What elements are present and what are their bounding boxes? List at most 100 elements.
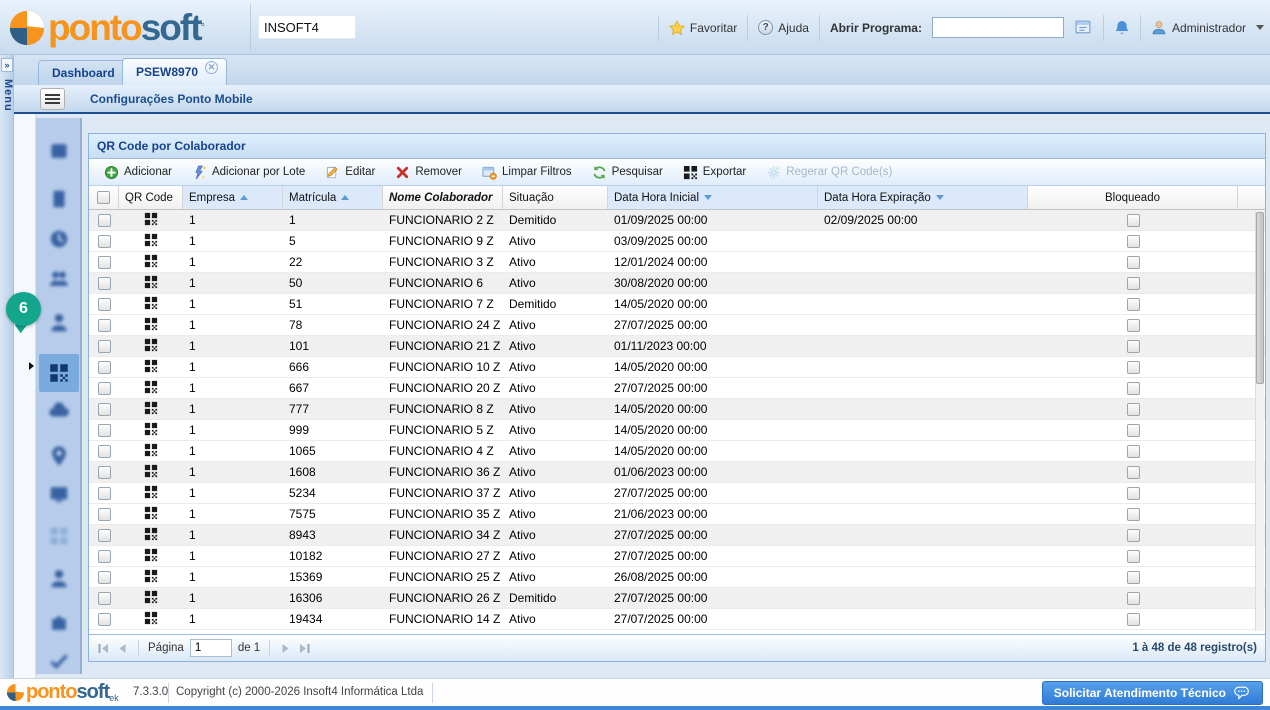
building-icon[interactable] bbox=[48, 140, 70, 162]
column-header-bloqueado[interactable]: Bloqueado bbox=[1028, 186, 1238, 209]
bloqueado-checkbox[interactable] bbox=[1127, 403, 1140, 416]
editar-button[interactable]: Editar bbox=[316, 161, 384, 183]
bloqueado-checkbox[interactable] bbox=[1127, 382, 1140, 395]
expand-menu-button[interactable]: » bbox=[1, 58, 13, 72]
bloqueado-checkbox[interactable] bbox=[1127, 508, 1140, 521]
vertical-scrollbar[interactable] bbox=[1255, 211, 1264, 631]
row-checkbox[interactable] bbox=[98, 529, 111, 542]
table-row[interactable]: 11FUNCIONARIO 2 ZDemitido01/09/2025 00:0… bbox=[89, 210, 1265, 231]
bloqueado-checkbox[interactable] bbox=[1127, 571, 1140, 584]
open-program-input[interactable] bbox=[932, 17, 1064, 38]
monitor-icon[interactable] bbox=[48, 483, 70, 505]
row-checkbox[interactable] bbox=[98, 466, 111, 479]
row-checkbox[interactable] bbox=[98, 298, 111, 311]
open-program-lookup-button[interactable] bbox=[1074, 19, 1093, 36]
group-icon[interactable] bbox=[48, 268, 70, 290]
table-row[interactable]: 119434FUNCIONARIO 14 ZAtivo27/07/2025 00… bbox=[89, 609, 1265, 630]
row-checkbox[interactable] bbox=[98, 319, 111, 332]
row-checkbox[interactable] bbox=[98, 613, 111, 626]
bloqueado-checkbox[interactable] bbox=[1127, 298, 1140, 311]
request-support-button[interactable]: Solicitar Atendimento Técnico bbox=[1042, 681, 1263, 705]
table-row[interactable]: 150FUNCIONARIO 6Ativo30/08/2020 00:00 bbox=[89, 273, 1265, 294]
row-checkbox[interactable] bbox=[98, 424, 111, 437]
row-checkbox[interactable] bbox=[98, 361, 111, 374]
document-icon[interactable] bbox=[48, 188, 70, 210]
adicionar-por-lote-button[interactable]: Adicionar por Lote bbox=[183, 161, 314, 183]
row-checkbox[interactable] bbox=[98, 277, 111, 290]
scrollbar-thumb[interactable] bbox=[1256, 212, 1264, 384]
table-row[interactable]: 115369FUNCIONARIO 25 ZAtivo26/08/2025 00… bbox=[89, 567, 1265, 588]
column-header-inicial[interactable]: Data Hora Inicial bbox=[608, 186, 818, 209]
table-row[interactable]: 178FUNCIONARIO 24 ZAtivo27/07/2025 00:00 bbox=[89, 315, 1265, 336]
table-row[interactable]: 151FUNCIONARIO 7 ZDemitido14/05/2020 00:… bbox=[89, 294, 1265, 315]
table-row[interactable]: 1666FUNCIONARIO 10 ZAtivo14/05/2020 00:0… bbox=[89, 357, 1265, 378]
notifications-button[interactable] bbox=[1114, 20, 1130, 36]
bloqueado-checkbox[interactable] bbox=[1127, 277, 1140, 290]
grid-icon[interactable] bbox=[48, 525, 70, 547]
chevron-down-icon[interactable] bbox=[1256, 25, 1264, 30]
table-row[interactable]: 15FUNCIONARIO 9 ZAtivo03/09/2025 00:00 bbox=[89, 231, 1265, 252]
person-icon[interactable] bbox=[48, 312, 70, 334]
column-header-situacao[interactable]: Situação bbox=[503, 186, 608, 209]
table-row[interactable]: 1667FUNCIONARIO 20 ZAtivo27/07/2025 00:0… bbox=[89, 378, 1265, 399]
row-checkbox[interactable] bbox=[98, 445, 111, 458]
bloqueado-checkbox[interactable] bbox=[1127, 613, 1140, 626]
bloqueado-checkbox[interactable] bbox=[1127, 466, 1140, 479]
close-icon[interactable]: ✕ bbox=[205, 61, 218, 74]
select-all-checkbox[interactable] bbox=[97, 191, 110, 204]
bloqueado-checkbox[interactable] bbox=[1127, 592, 1140, 605]
bloqueado-checkbox[interactable] bbox=[1127, 424, 1140, 437]
table-row[interactable]: 1999FUNCIONARIO 5 ZAtivo14/05/2020 00:00 bbox=[89, 420, 1265, 441]
table-row[interactable]: 11065FUNCIONARIO 4 ZAtivo14/05/2020 00:0… bbox=[89, 441, 1265, 462]
puzzle-icon[interactable] bbox=[48, 612, 70, 634]
limpar-filtros-button[interactable]: Limpar Filtros bbox=[473, 161, 581, 183]
row-checkbox[interactable] bbox=[98, 487, 111, 500]
cloud-icon[interactable] bbox=[48, 400, 70, 422]
column-header-empresa[interactable]: Empresa bbox=[183, 186, 283, 209]
row-checkbox[interactable] bbox=[98, 340, 111, 353]
exportar-button[interactable]: Exportar bbox=[674, 161, 755, 183]
help-button[interactable]: ? Ajuda bbox=[758, 20, 809, 35]
row-checkbox[interactable] bbox=[98, 403, 111, 416]
user-icon[interactable] bbox=[48, 568, 70, 590]
bloqueado-checkbox[interactable] bbox=[1127, 361, 1140, 374]
menu-vertical-label[interactable]: Menu bbox=[0, 79, 14, 112]
location-pin-icon[interactable] bbox=[48, 445, 70, 467]
tab-dashboard[interactable]: Dashboard bbox=[38, 60, 129, 85]
row-checkbox[interactable] bbox=[98, 214, 111, 227]
rail-collapse-arrow-icon[interactable] bbox=[29, 362, 34, 370]
rail-item-qrcode-selected[interactable] bbox=[39, 354, 79, 392]
table-row[interactable]: 17575FUNCIONARIO 35 ZAtivo21/06/2023 00:… bbox=[89, 504, 1265, 525]
row-checkbox[interactable] bbox=[98, 571, 111, 584]
table-row[interactable]: 1101FUNCIONARIO 21 ZAtivo01/11/2023 00:0… bbox=[89, 336, 1265, 357]
tab-psew8970[interactable]: PSEW8970 ✕ bbox=[122, 58, 227, 85]
row-checkbox[interactable] bbox=[98, 256, 111, 269]
table-row[interactable]: 116306FUNCIONARIO 26 ZDemitido27/07/2025… bbox=[89, 588, 1265, 609]
clock-icon[interactable] bbox=[48, 228, 70, 250]
bloqueado-checkbox[interactable] bbox=[1127, 550, 1140, 563]
user-menu[interactable]: Administrador bbox=[1151, 20, 1246, 36]
page-number-input[interactable] bbox=[190, 639, 232, 657]
bloqueado-checkbox[interactable] bbox=[1127, 340, 1140, 353]
row-checkbox[interactable] bbox=[98, 235, 111, 248]
bloqueado-checkbox[interactable] bbox=[1127, 445, 1140, 458]
bloqueado-checkbox[interactable] bbox=[1127, 319, 1140, 332]
table-row[interactable]: 110182FUNCIONARIO 27 ZAtivo27/07/2025 00… bbox=[89, 546, 1265, 567]
pesquisar-button[interactable]: Pesquisar bbox=[583, 161, 672, 183]
column-header-expiracao[interactable]: Data Hora Expiração bbox=[818, 186, 1028, 209]
column-header-matricula[interactable]: Matrícula bbox=[283, 186, 383, 209]
table-row[interactable]: 122FUNCIONARIO 3 ZAtivo12/01/2024 00:00 bbox=[89, 252, 1265, 273]
check-icon[interactable] bbox=[48, 650, 70, 672]
remover-button[interactable]: Remover bbox=[386, 161, 471, 183]
row-checkbox[interactable] bbox=[98, 508, 111, 521]
row-checkbox[interactable] bbox=[98, 592, 111, 605]
column-header-qr[interactable]: QR Code bbox=[119, 186, 183, 209]
adicionar-button[interactable]: Adicionar bbox=[95, 161, 181, 183]
bloqueado-checkbox[interactable] bbox=[1127, 235, 1140, 248]
favorite-button[interactable]: Favoritar bbox=[669, 20, 737, 36]
row-checkbox[interactable] bbox=[98, 382, 111, 395]
row-checkbox[interactable] bbox=[98, 550, 111, 563]
west-splitter[interactable] bbox=[14, 114, 36, 678]
select-all-header[interactable] bbox=[89, 186, 119, 209]
table-row[interactable]: 18943FUNCIONARIO 34 ZAtivo27/07/2025 00:… bbox=[89, 525, 1265, 546]
